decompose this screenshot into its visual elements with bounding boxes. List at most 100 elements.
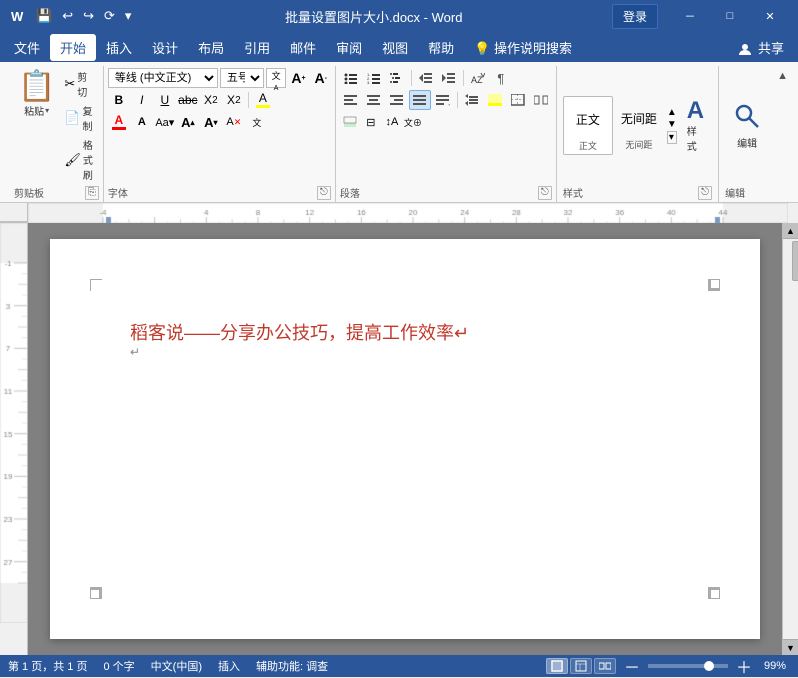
para-shading2-button[interactable] — [340, 112, 360, 132]
bullets-button[interactable] — [340, 68, 362, 88]
align-center-button[interactable] — [363, 90, 385, 110]
borders-button[interactable] — [507, 90, 529, 110]
increase-font2-button[interactable]: A▴ — [177, 112, 199, 132]
decrease-font-button[interactable]: A- — [311, 68, 331, 88]
highlight-button[interactable]: A — [252, 90, 274, 110]
login-button[interactable]: 登录 — [612, 4, 658, 29]
web-view-button[interactable] — [570, 658, 592, 674]
justify-button[interactable] — [409, 90, 431, 110]
zoom-slider[interactable] — [648, 664, 728, 668]
scroll-thumb[interactable] — [792, 241, 798, 281]
menu-search[interactable]: 💡 操作说明搜索 — [464, 34, 582, 61]
format-painter-button[interactable]: 🖌 格式刷 — [61, 136, 98, 183]
paste-button[interactable]: 📋 粘贴 ▾ — [14, 68, 59, 183]
scroll-up-button[interactable]: ▲ — [783, 223, 798, 239]
close-button[interactable]: ✕ — [750, 0, 790, 32]
menu-references[interactable]: 引用 — [234, 34, 280, 61]
copy-button[interactable]: 📄 复制 — [61, 102, 98, 134]
style-no-spacing[interactable]: 无间距 无间距 — [615, 96, 663, 155]
numbering-button[interactable]: 1.2.3. — [363, 68, 385, 88]
font-color-button[interactable]: A — [108, 112, 130, 132]
text-dir-button[interactable]: ↕A — [382, 112, 402, 132]
clear-format-button[interactable]: A✕ — [223, 112, 245, 132]
menu-mailings[interactable]: 邮件 — [280, 34, 326, 61]
paragraph-group-label: 段落 — [340, 185, 360, 200]
underline-button[interactable]: U — [154, 90, 176, 110]
superscript-button[interactable]: X2 — [223, 90, 245, 110]
restore-button[interactable]: □ — [710, 0, 750, 32]
ribbon-collapse-button[interactable]: ▲ — [775, 66, 790, 202]
multilevel-button[interactable] — [386, 68, 408, 88]
document-title[interactable]: 稻客说——分享办公技巧，提高工作效率↵ — [130, 319, 680, 345]
menu-review[interactable]: 审阅 — [326, 34, 372, 61]
menu-help[interactable]: 帮助 — [418, 34, 464, 61]
decrease-indent-button[interactable] — [415, 68, 437, 88]
zoom-plus-button[interactable]: ＋ — [736, 654, 752, 678]
strikethrough-button[interactable]: abc — [177, 90, 199, 110]
read-view-button[interactable] — [594, 658, 616, 674]
menu-view[interactable]: 视图 — [372, 34, 418, 61]
undo-icon[interactable]: ↩ — [58, 6, 77, 26]
scroll-down-button[interactable]: ▼ — [783, 639, 798, 655]
insert-mode[interactable]: 插入 — [218, 658, 240, 674]
line-spacing-button[interactable] — [461, 90, 483, 110]
align-left-button[interactable] — [340, 90, 362, 110]
svg-text:↔: ↔ — [447, 101, 450, 106]
change-case-button[interactable]: Aa▾ — [154, 112, 176, 132]
ruler-corner — [0, 203, 28, 222]
font-size-select[interactable]: 五号 — [220, 68, 264, 88]
font-face-select[interactable]: 等线 (中文正文) — [108, 68, 218, 88]
show-marks-button[interactable]: ¶ — [490, 68, 512, 88]
save-icon[interactable]: 💾 — [32, 6, 56, 26]
text-effects-button[interactable]: A — [131, 112, 153, 132]
menu-design[interactable]: 设计 — [142, 34, 188, 61]
border-select-button[interactable]: ⊟ — [361, 112, 381, 132]
menu-share[interactable]: 共享 — [728, 34, 794, 61]
horizontal-ruler[interactable] — [28, 203, 798, 223]
cut-button[interactable]: ✂ 剪切 — [61, 68, 98, 100]
bold-button[interactable]: B — [108, 90, 130, 110]
sort-button[interactable]: AZ — [467, 68, 489, 88]
chinese-layout-button[interactable]: 文⊕ — [403, 112, 423, 132]
subscript-button[interactable]: X2 — [200, 90, 222, 110]
shading-button[interactable] — [484, 90, 506, 110]
decrease-font2-button[interactable]: A▾ — [200, 112, 222, 132]
svg-text:3.: 3. — [367, 80, 370, 84]
increase-font-button[interactable]: A+ — [288, 68, 308, 88]
zoom-minus-button[interactable]: － — [624, 654, 640, 678]
italic-button[interactable]: I — [131, 90, 153, 110]
customize-icon[interactable]: ▾ — [121, 6, 136, 26]
menu-file[interactable]: 文件 — [4, 34, 50, 61]
print-view-button[interactable] — [546, 658, 568, 674]
find-replace-button[interactable]: 编辑 — [725, 98, 769, 154]
style-normal[interactable]: 正文 正文 — [563, 96, 613, 155]
distributed-button[interactable]: ↔ — [432, 90, 454, 110]
autosave-icon[interactable]: ⟳ — [100, 6, 119, 26]
menu-layout[interactable]: 布局 — [188, 34, 234, 61]
paste-dropdown-arrow[interactable]: ▾ — [45, 106, 49, 115]
phonetic-button[interactable]: 文 — [246, 112, 268, 132]
document-area[interactable]: 稻客说——分享办公技巧，提高工作效率↵ ↵ — [28, 223, 782, 655]
font-group-label: 字体 — [108, 185, 128, 200]
zoom-level[interactable]: 99% — [760, 660, 790, 672]
document-page[interactable]: 稻客说——分享办公技巧，提高工作效率↵ ↵ — [50, 239, 760, 639]
text-settings-button[interactable]: 文A — [266, 68, 287, 88]
zoom-thumb[interactable] — [704, 661, 714, 671]
menu-insert[interactable]: 插入 — [96, 34, 142, 61]
paragraph-expand-button[interactable]: ⎋ — [538, 186, 552, 200]
styles-button[interactable]: A 样式 — [679, 95, 712, 157]
styles-expand-button[interactable]: ⎋ — [698, 186, 712, 200]
font-expand-button[interactable]: ⎋ — [317, 186, 331, 200]
align-right-button[interactable] — [386, 90, 408, 110]
vertical-scrollbar[interactable]: ▲ ▼ — [782, 223, 798, 655]
clipboard-expand-button[interactable]: ⎘ — [85, 186, 99, 200]
wen-label: 文 — [272, 71, 281, 81]
svg-text:AZ: AZ — [471, 75, 483, 84]
ribbon: 📋 粘贴 ▾ ✂ 剪切 📄 复制 🖌 — [0, 62, 798, 203]
increase-indent-button[interactable] — [438, 68, 460, 88]
column-spacing-button[interactable] — [530, 90, 552, 110]
menu-home[interactable]: 开始 — [50, 34, 96, 61]
minimize-button[interactable]: － — [670, 0, 710, 32]
redo-icon[interactable]: ↪ — [79, 6, 98, 26]
window-title: 批量设置图片大小.docx - Word — [139, 7, 608, 26]
